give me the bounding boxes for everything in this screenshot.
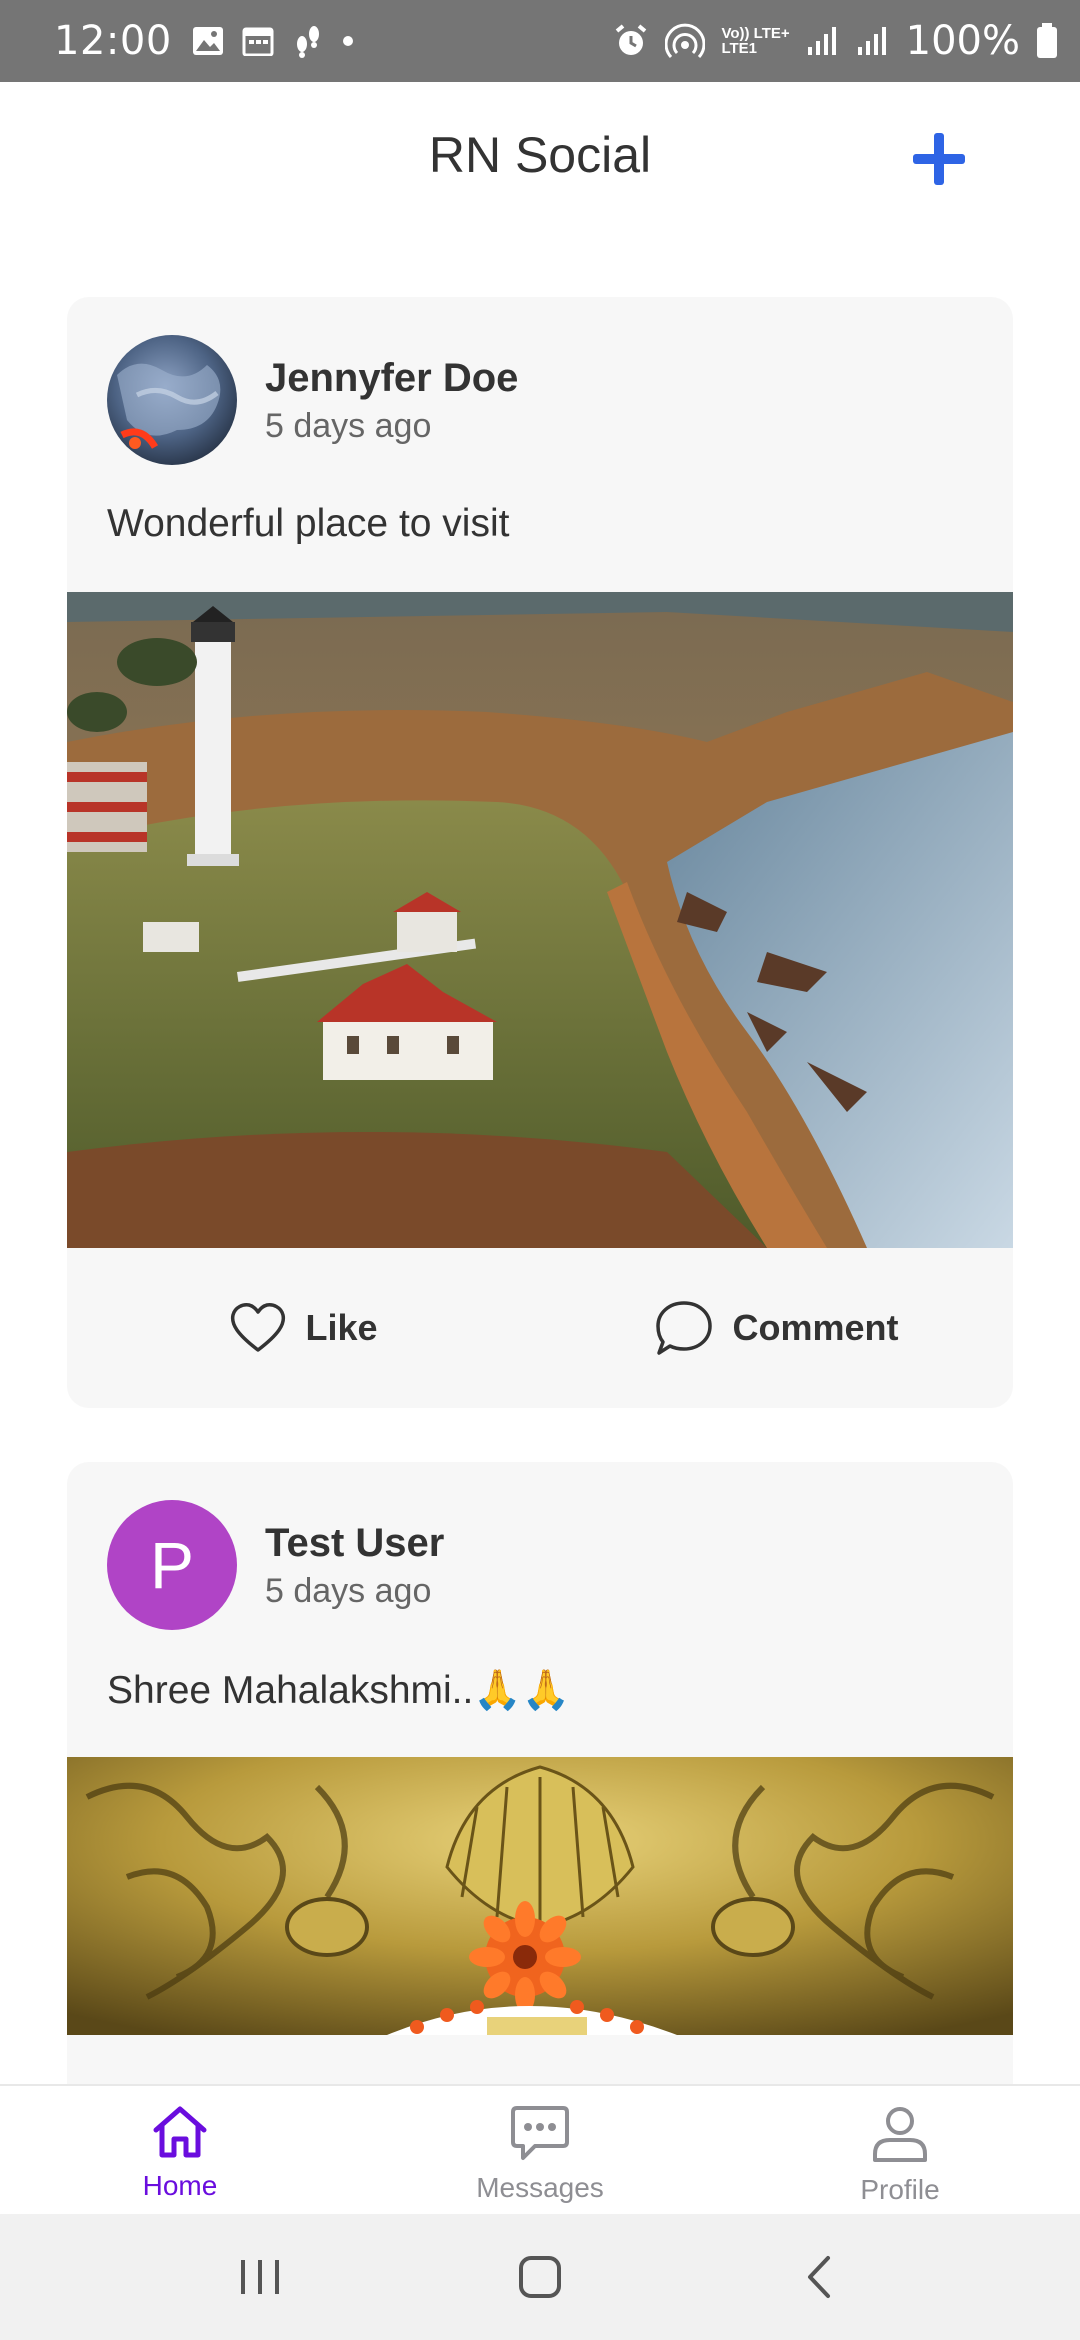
system-navigation-bar bbox=[0, 2214, 1080, 2340]
home-icon bbox=[153, 2106, 207, 2158]
battery-percent: 100% bbox=[905, 18, 1020, 64]
post-card: Jennyfer Doe 5 days ago Wonderful place … bbox=[67, 297, 1013, 1408]
tab-profile[interactable]: Profile bbox=[720, 2086, 1080, 2214]
dot-icon bbox=[342, 35, 354, 47]
like-label: Like bbox=[305, 1307, 378, 1348]
recent-apps-button[interactable] bbox=[210, 2237, 310, 2317]
home-button[interactable] bbox=[490, 2237, 590, 2317]
signal-icon bbox=[806, 25, 840, 57]
comment-label: Comment bbox=[732, 1307, 899, 1348]
signal-icon-2 bbox=[856, 25, 890, 57]
calendar-icon bbox=[242, 26, 274, 56]
alarm-icon bbox=[613, 23, 649, 59]
heart-icon bbox=[231, 1303, 286, 1352]
recents-icon bbox=[241, 2260, 279, 2294]
person-icon bbox=[873, 2107, 927, 2162]
hotspot-icon bbox=[665, 23, 706, 59]
post-text: Wonderful place to visit bbox=[107, 502, 510, 545]
back-chevron-icon bbox=[808, 2256, 830, 2298]
add-post-button[interactable] bbox=[904, 124, 974, 194]
back-button[interactable] bbox=[770, 2237, 870, 2317]
battery-icon bbox=[1036, 23, 1058, 59]
bottom-tab-bar: Home Messages Profile bbox=[0, 2084, 1080, 2214]
post-time: 5 days ago bbox=[265, 1572, 432, 1610]
network-type: Vo)) LTE+ LTE1 bbox=[721, 25, 790, 57]
post-header: Jennyfer Doe 5 days ago bbox=[107, 335, 518, 465]
app-header: RN Social bbox=[0, 82, 1080, 232]
comment-icon bbox=[656, 1301, 713, 1355]
plus-icon bbox=[913, 133, 965, 185]
tab-profile-label: Profile bbox=[860, 2174, 940, 2205]
post-image-idol[interactable] bbox=[67, 1757, 1013, 2035]
notification-icons bbox=[192, 24, 354, 58]
post-time: 5 days ago bbox=[265, 407, 432, 445]
post-text: Shree Mahalakshmi..🙏🙏 bbox=[107, 1669, 571, 1712]
status-bar: 12:00 Vo)) LTE+ LTE1 100% bbox=[0, 0, 1080, 82]
tab-messages-label: Messages bbox=[476, 2172, 604, 2203]
avatar[interactable] bbox=[107, 335, 237, 465]
status-time: 12:00 bbox=[54, 18, 172, 64]
post-header: P Test User 5 days ago bbox=[107, 1500, 444, 1630]
user-name[interactable]: Jennyfer Doe bbox=[265, 353, 518, 403]
comment-button[interactable]: Comment bbox=[540, 1248, 1013, 1408]
post-image-lighthouse[interactable] bbox=[67, 592, 1013, 1248]
image-icon bbox=[192, 26, 224, 56]
tab-messages[interactable]: Messages bbox=[360, 2086, 720, 2214]
post-feed[interactable]: Jennyfer Doe 5 days ago Wonderful place … bbox=[0, 232, 1080, 2084]
avatar[interactable]: P bbox=[107, 1500, 237, 1630]
tab-home-label: Home bbox=[142, 2170, 218, 2201]
post-card: P Test User 5 days ago Shree Mahalakshmi… bbox=[67, 1462, 1013, 2084]
tab-home[interactable]: Home bbox=[0, 2086, 360, 2214]
post-actions: Like Comment bbox=[67, 1248, 1013, 1408]
user-name[interactable]: Test User bbox=[265, 1518, 444, 1568]
chat-icon bbox=[511, 2106, 569, 2160]
home-square-icon bbox=[519, 2256, 561, 2298]
steps-icon bbox=[292, 24, 324, 58]
like-button[interactable]: Like bbox=[67, 1248, 540, 1408]
